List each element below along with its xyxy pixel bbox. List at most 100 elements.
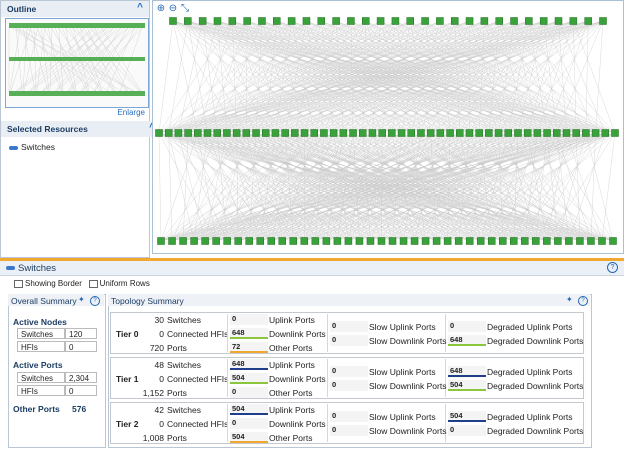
uniform-rows-toggle[interactable]: Uniform Rows (88, 279, 150, 288)
switch-node[interactable] (553, 129, 561, 137)
switch-node[interactable] (329, 129, 338, 137)
switch-node[interactable] (510, 17, 518, 25)
switch-node[interactable] (223, 237, 231, 245)
topology-graph[interactable] (153, 1, 623, 253)
switch-node[interactable] (300, 129, 309, 137)
switch-node[interactable] (362, 17, 370, 25)
switch-node[interactable] (584, 17, 592, 25)
switch-node[interactable] (485, 129, 493, 137)
switch-node[interactable] (539, 17, 548, 25)
topology-graph-panel[interactable]: ⊕ ⊖ ⤡ (152, 0, 624, 254)
switch-node[interactable] (289, 237, 298, 245)
switch-node[interactable] (476, 237, 485, 245)
switch-node[interactable] (450, 17, 459, 25)
switch-node[interactable] (332, 17, 340, 25)
switch-node[interactable] (480, 17, 489, 25)
switch-node[interactable] (355, 237, 364, 245)
switch-node[interactable] (168, 237, 176, 245)
switch-node[interactable] (417, 129, 425, 137)
switch-node[interactable] (475, 129, 483, 137)
switch-node[interactable] (554, 237, 562, 245)
switch-node[interactable] (410, 237, 419, 245)
switch-node[interactable] (591, 129, 600, 137)
switch-node[interactable] (333, 237, 342, 245)
switch-node[interactable] (157, 237, 165, 245)
switch-node[interactable] (554, 17, 563, 25)
switch-node[interactable] (436, 17, 444, 25)
switch-node[interactable] (267, 237, 275, 245)
switch-node[interactable] (174, 129, 183, 137)
switch-node[interactable] (234, 237, 242, 245)
switch-node[interactable] (164, 129, 173, 137)
switch-node[interactable] (322, 237, 331, 245)
pin-icon[interactable]: ✦ (78, 295, 85, 304)
switch-node[interactable] (179, 237, 187, 245)
help-icon[interactable]: ? (578, 296, 588, 306)
switch-node[interactable] (454, 237, 463, 245)
switch-node[interactable] (278, 237, 287, 245)
switch-node[interactable] (521, 237, 529, 245)
switch-node[interactable] (203, 129, 212, 137)
switch-node[interactable] (499, 237, 507, 245)
switch-node[interactable] (344, 237, 353, 245)
switch-node[interactable] (391, 17, 400, 25)
switch-node[interactable] (194, 129, 202, 137)
switch-node[interactable] (436, 129, 445, 137)
switch-node[interactable] (302, 17, 311, 25)
switch-node[interactable] (495, 17, 503, 25)
switch-node[interactable] (426, 129, 435, 137)
switch-node[interactable] (300, 237, 309, 245)
switch-node[interactable] (494, 129, 503, 137)
switch-node[interactable] (339, 129, 348, 137)
switch-node[interactable] (514, 129, 522, 137)
switch-node[interactable] (212, 237, 220, 245)
switch-node[interactable] (510, 237, 518, 245)
switch-node[interactable] (465, 17, 474, 25)
switch-node[interactable] (543, 237, 551, 245)
switch-node[interactable] (169, 17, 177, 25)
switch-node[interactable] (198, 17, 207, 25)
switch-node[interactable] (287, 17, 296, 25)
switch-node[interactable] (421, 17, 429, 25)
switch-node[interactable] (432, 237, 441, 245)
switch-node[interactable] (317, 17, 326, 25)
switch-node[interactable] (245, 237, 253, 245)
switch-node[interactable] (261, 129, 270, 137)
switch-node[interactable] (347, 17, 355, 25)
switch-node[interactable] (273, 17, 281, 25)
switch-node[interactable] (368, 129, 377, 137)
switch-node[interactable] (242, 129, 251, 137)
switch-node[interactable] (311, 237, 320, 245)
help-icon[interactable]: ? (90, 296, 100, 306)
switch-node[interactable] (443, 237, 452, 245)
switch-node[interactable] (388, 237, 397, 245)
switch-node[interactable] (504, 129, 513, 137)
switch-node[interactable] (213, 17, 222, 25)
switch-node[interactable] (378, 129, 386, 137)
switch-node[interactable] (572, 129, 580, 137)
switch-node[interactable] (525, 17, 533, 25)
switch-node[interactable] (569, 17, 578, 25)
collapse-outline-icon[interactable]: ^ (137, 2, 143, 13)
switch-node[interactable] (366, 237, 375, 245)
switch-node[interactable] (243, 17, 251, 25)
switch-node[interactable] (562, 129, 571, 137)
switch-node[interactable] (532, 237, 540, 245)
switch-node[interactable] (201, 237, 209, 245)
switch-node[interactable] (310, 129, 318, 137)
switch-node[interactable] (487, 237, 496, 245)
switch-node[interactable] (611, 129, 619, 137)
switch-node[interactable] (421, 237, 430, 245)
switch-node[interactable] (223, 129, 231, 137)
selected-resource-switches[interactable]: Switches (9, 142, 55, 152)
switch-node[interactable] (256, 237, 264, 245)
switch-node[interactable] (291, 129, 299, 137)
switch-node[interactable] (399, 237, 408, 245)
switch-node[interactable] (533, 129, 542, 137)
switch-node[interactable] (376, 17, 385, 25)
switch-node[interactable] (232, 129, 241, 137)
switch-node[interactable] (576, 237, 584, 245)
switch-node[interactable] (388, 129, 396, 137)
switch-node[interactable] (281, 129, 289, 137)
switch-node[interactable] (184, 17, 192, 25)
